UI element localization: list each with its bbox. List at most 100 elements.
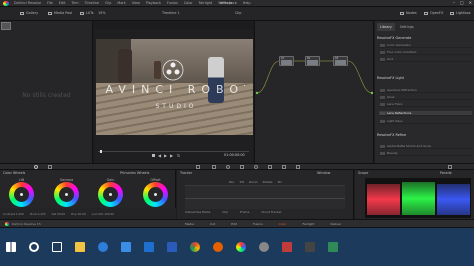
menu-item[interactable]: Playback: [146, 1, 161, 5]
media-icon[interactable]: [282, 242, 292, 252]
tab-cut[interactable]: Cut: [210, 222, 215, 226]
library-item[interactable]: Lens Flare: [379, 102, 472, 107]
davinci-icon[interactable]: [236, 242, 246, 252]
windows-logo-icon[interactable]: [6, 242, 16, 252]
rgb-mixer-icon[interactable]: [48, 165, 52, 169]
qualifier-icon[interactable]: [212, 165, 216, 169]
menu-item[interactable]: DaVinci Resolve: [14, 1, 41, 5]
still-album-thumbnail[interactable]: [1, 22, 11, 30]
previous-frame-button[interactable]: ◀: [158, 153, 161, 158]
play-button[interactable]: ▶: [164, 153, 167, 158]
menu-item[interactable]: Help: [243, 1, 251, 5]
zoom-checkbox[interactable]: Zoom: [249, 180, 258, 184]
category-resolvefx-light[interactable]: ResolveFX Light: [377, 76, 404, 80]
node-01[interactable]: 01: [279, 56, 294, 66]
tab-library[interactable]: Library: [377, 23, 395, 31]
sizing-tool-icon[interactable]: [282, 165, 286, 169]
library-item[interactable]: Color Generator: [379, 43, 472, 48]
gain-wheel[interactable]: [98, 182, 123, 207]
node-03[interactable]: 03: [333, 56, 348, 66]
contrast-field[interactable]: Contrast 1.000: [3, 212, 24, 216]
scrub-bar[interactable]: [98, 151, 249, 152]
video-frame[interactable]: DAVINCI ROBOT STUDIO: [96, 39, 253, 135]
cloud-tracker-dropdown[interactable]: Cloud Tracker: [261, 210, 281, 214]
openfx-button[interactable]: OpenFX: [424, 11, 443, 15]
timeline-selector[interactable]: Timeline 1: [162, 11, 180, 15]
tracker-graph[interactable]: [185, 185, 345, 209]
lum-mix-field[interactable]: Lum Mix 100.00: [92, 212, 114, 216]
zoom-dropdown[interactable]: 19%: [98, 11, 106, 15]
key-tool-icon[interactable]: [268, 165, 272, 169]
library-item[interactable]: Beauty: [379, 151, 472, 156]
scope-mode-dropdown[interactable]: Parade: [440, 171, 452, 175]
offset-wheel-handle[interactable]: [154, 193, 157, 196]
library-item[interactable]: Four Color Gradient: [379, 50, 472, 55]
store-icon[interactable]: [121, 242, 131, 252]
minimize-button[interactable]: –: [453, 0, 455, 5]
gamma-wheel[interactable]: [54, 182, 79, 207]
close-button[interactable]: ✕: [469, 0, 472, 5]
next-frame-button[interactable]: ▶: [170, 153, 173, 158]
menu-item[interactable]: Timeline: [85, 1, 99, 5]
lift-wheel-handle[interactable]: [20, 193, 23, 196]
photos-icon[interactable]: [167, 242, 177, 252]
menu-item[interactable]: Clip: [105, 1, 111, 5]
pivot-field[interactable]: Pivot 0.435: [30, 212, 46, 216]
clip-mode-button[interactable]: Clip: [222, 210, 228, 214]
stop-button[interactable]: [152, 154, 155, 157]
frame-mode-button[interactable]: Frame: [240, 210, 249, 214]
tab-media[interactable]: Media: [185, 222, 194, 226]
category-resolvefx-generate[interactable]: ResolveFX Generate: [377, 36, 411, 40]
edge-icon[interactable]: [98, 242, 108, 252]
window-tab[interactable]: Window: [317, 171, 330, 175]
offset-wheel[interactable]: [143, 182, 168, 207]
folder-icon[interactable]: [75, 242, 85, 252]
firefox-icon[interactable]: [213, 242, 223, 252]
hue-field[interactable]: Hue 50.00: [71, 212, 86, 216]
rotate-checkbox[interactable]: Rotate: [263, 180, 273, 184]
scope-tool-icon[interactable]: [448, 165, 452, 169]
library-item[interactable]: Alpha Matte Shrink and Grow: [379, 144, 472, 149]
library-item[interactable]: Light Rays: [379, 119, 472, 124]
menu-item[interactable]: Fairlight: [199, 1, 213, 5]
settings-icon[interactable]: [259, 242, 269, 252]
menu-item[interactable]: File: [47, 1, 53, 5]
menu-item[interactable]: Fusion: [167, 1, 178, 5]
loop-button[interactable]: ↻: [177, 153, 180, 158]
search-icon[interactable]: [29, 242, 39, 252]
tilt-checkbox[interactable]: Tilt: [239, 180, 244, 184]
window-tool-icon[interactable]: [226, 165, 230, 169]
tab-fusion[interactable]: Fusion: [253, 222, 263, 226]
nodes-button[interactable]: Nodes: [400, 11, 417, 15]
primaries-wheels-tab[interactable]: Primaries Wheels: [120, 171, 149, 175]
app-icon[interactable]: [305, 242, 315, 252]
menu-item[interactable]: Trim: [71, 1, 78, 5]
pan-checkbox[interactable]: Pan: [229, 180, 234, 184]
tab-fairlight[interactable]: Fairlight: [302, 222, 314, 226]
node-02[interactable]: 02: [305, 56, 320, 66]
wheels-mode-icon[interactable]: [34, 165, 38, 169]
interactive-mode-toggle[interactable]: Interactive Mode: [185, 210, 210, 214]
tab-edit[interactable]: Edit: [231, 222, 237, 226]
3d-checkbox[interactable]: 3D: [278, 180, 282, 184]
curves-icon[interactable]: [196, 165, 200, 169]
saturation-field[interactable]: Sat 50.00: [52, 212, 65, 216]
menu-item[interactable]: Color: [184, 1, 193, 5]
gamma-wheel-handle[interactable]: [65, 193, 68, 196]
gallery-button[interactable]: Gallery: [20, 11, 38, 15]
app-icon[interactable]: [328, 242, 338, 252]
library-item-selected[interactable]: Lens Reflections: [379, 111, 472, 116]
category-resolvefx-refine[interactable]: ResolveFX Refine: [377, 133, 406, 137]
tracker-tool-icon[interactable]: [240, 165, 244, 169]
menu-item[interactable]: View: [132, 1, 140, 5]
task-view-icon[interactable]: [52, 242, 62, 252]
tab-color[interactable]: Color: [279, 222, 287, 226]
3d-tool-icon[interactable]: [296, 165, 300, 169]
luts-button[interactable]: LUTs: [80, 11, 93, 15]
library-item[interactable]: Glow: [379, 95, 472, 100]
library-item[interactable]: Grid: [379, 57, 472, 62]
clip-selector[interactable]: Clip: [235, 11, 241, 15]
library-item[interactable]: Aperture Diffraction: [379, 88, 472, 93]
media-pool-button[interactable]: Media Pool: [48, 11, 72, 15]
mail-icon[interactable]: [144, 242, 154, 252]
